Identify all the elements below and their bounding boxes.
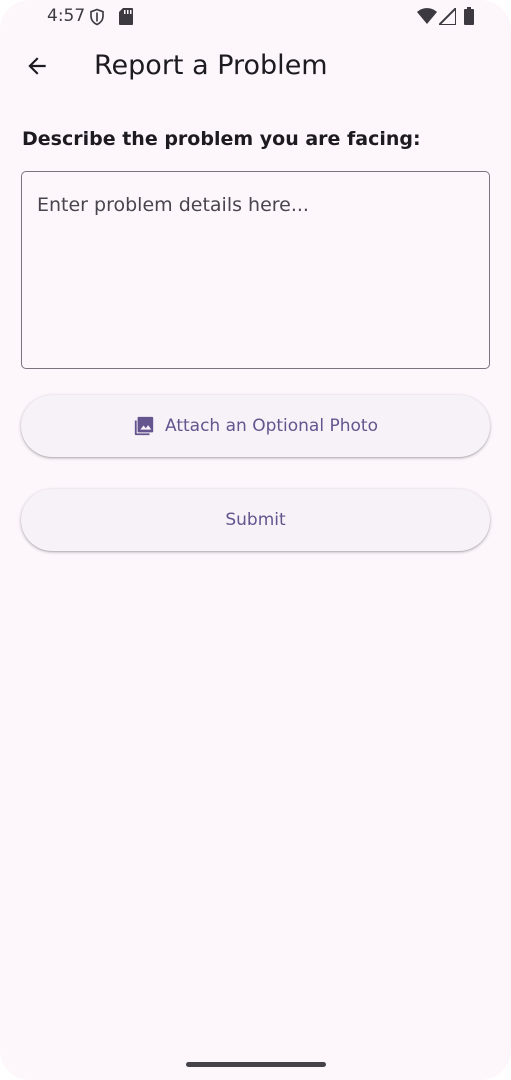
- status-time: 4:57: [47, 6, 86, 26]
- problem-description-label: Describe the problem you are facing:: [22, 128, 421, 150]
- arrow-back-icon: [24, 53, 50, 84]
- submit-button[interactable]: Submit: [21, 489, 490, 551]
- shield-icon: [88, 8, 106, 31]
- sd-card-icon: [119, 8, 133, 30]
- problem-details-input[interactable]: [21, 171, 490, 369]
- gesture-nav-handle[interactable]: [186, 1062, 326, 1067]
- photo-library-icon: [133, 415, 155, 437]
- attach-photo-label: Attach an Optional Photo: [165, 416, 378, 436]
- report-problem-screen: 4:57 Report a Problem Describe the probl…: [0, 0, 511, 1080]
- battery-icon: [464, 7, 474, 30]
- back-button[interactable]: [14, 45, 60, 91]
- signal-icon: [436, 5, 457, 30]
- page-title: Report a Problem: [94, 50, 328, 81]
- status-bar: 4:57: [0, 0, 511, 34]
- attach-photo-button[interactable]: Attach an Optional Photo: [21, 395, 490, 457]
- wifi-icon: [417, 8, 437, 29]
- app-bar: Report a Problem: [0, 34, 511, 102]
- submit-label: Submit: [225, 510, 286, 530]
